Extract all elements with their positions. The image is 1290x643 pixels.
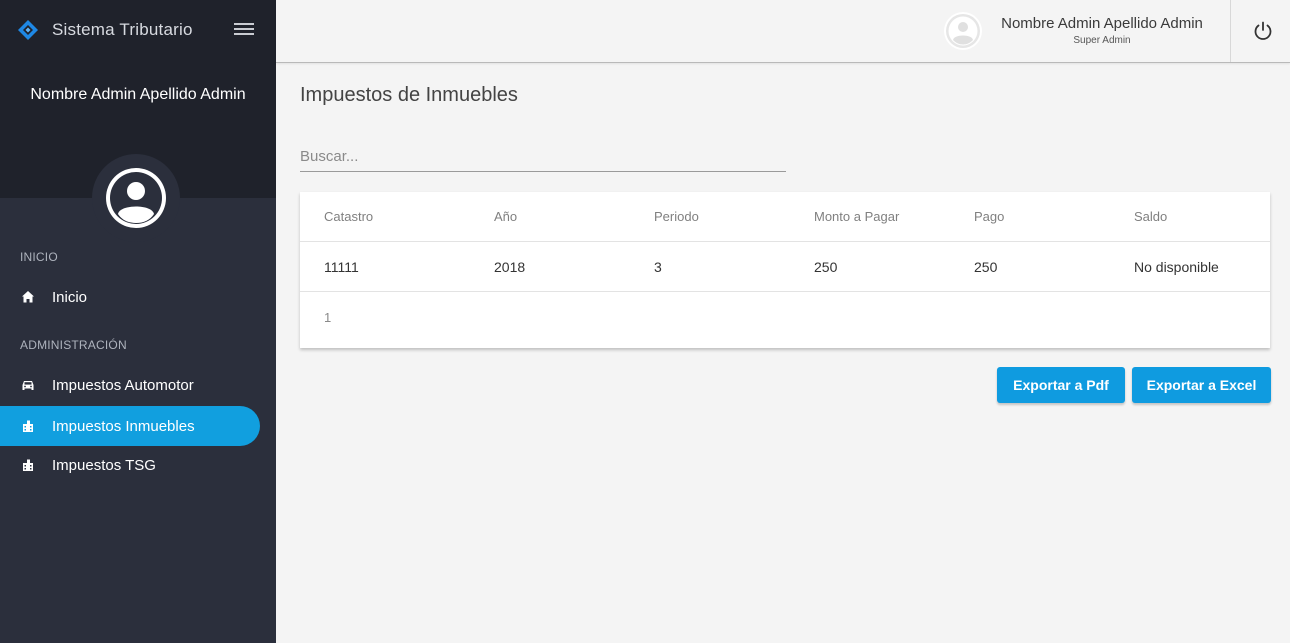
- header-user-role: Super Admin: [1073, 35, 1131, 46]
- cell-ano: 2018: [494, 258, 526, 275]
- sidebar-item-impuestos-tsg[interactable]: Impuestos TSG: [0, 445, 260, 485]
- sidebar: Sistema Tributario Nombre Admin Apellido…: [0, 0, 276, 643]
- menu-toggle-icon[interactable]: [232, 20, 256, 40]
- sidebar-avatar: [92, 154, 180, 242]
- cell-pago: 250: [974, 258, 998, 275]
- sidebar-item-label: Impuestos Automotor: [52, 376, 194, 394]
- search-input[interactable]: [300, 142, 786, 172]
- user-avatar-icon: [106, 168, 166, 228]
- brand-logo-icon: [16, 18, 40, 42]
- brand[interactable]: Sistema Tributario: [16, 16, 193, 44]
- cell-periodo: 3: [654, 258, 662, 275]
- header-divider: [1230, 0, 1231, 62]
- sidebar-item-label: Impuestos Inmuebles: [52, 417, 195, 435]
- home-icon: [20, 289, 36, 305]
- sidebar-username: Nombre Admin Apellido Admin: [30, 86, 246, 103]
- nav-section-administracion: ADMINISTRACIÓN: [20, 338, 127, 352]
- user-avatar-icon: [946, 14, 980, 48]
- table-row[interactable]: 11111 2018 3 250 250 No disponible: [300, 242, 1270, 292]
- page-title: Impuestos de Inmuebles: [300, 84, 518, 106]
- pagination-page[interactable]: 1: [324, 310, 331, 325]
- car-icon: [20, 377, 36, 393]
- column-header-pago[interactable]: Pago: [974, 192, 1004, 241]
- brand-name: Sistema Tributario: [52, 20, 193, 39]
- header-user-info[interactable]: Nombre Admin Apellido Admin Super Admin: [992, 15, 1212, 46]
- header-avatar[interactable]: [944, 12, 982, 50]
- export-pdf-button[interactable]: Exportar a Pdf: [997, 367, 1125, 403]
- header-user-name: Nombre Admin Apellido Admin: [1001, 15, 1203, 32]
- sidebar-item-impuestos-inmuebles[interactable]: Impuestos Inmuebles: [0, 406, 260, 446]
- column-header-ano[interactable]: Año: [494, 192, 517, 241]
- top-header: Nombre Admin Apellido Admin Super Admin: [276, 0, 1290, 63]
- column-header-monto[interactable]: Monto a Pagar: [814, 192, 899, 241]
- column-header-saldo[interactable]: Saldo: [1134, 192, 1167, 241]
- sidebar-item-inicio[interactable]: Inicio: [0, 277, 260, 317]
- column-header-catastro[interactable]: Catastro: [324, 192, 373, 241]
- sidebar-item-label: Inicio: [52, 288, 88, 306]
- building-icon: [20, 418, 36, 434]
- table-header-row: Catastro Año Periodo Monto a Pagar Pago …: [300, 192, 1270, 242]
- building-icon: [20, 457, 36, 473]
- cell-monto: 250: [814, 258, 838, 275]
- cell-catastro: 11111: [324, 258, 359, 275]
- column-header-periodo[interactable]: Periodo: [654, 192, 699, 241]
- sidebar-item-label: Impuestos TSG: [52, 456, 156, 474]
- export-excel-button[interactable]: Exportar a Excel: [1132, 367, 1271, 403]
- taxes-table: Catastro Año Periodo Monto a Pagar Pago …: [300, 192, 1270, 348]
- nav-section-inicio: INICIO: [20, 250, 58, 264]
- cell-saldo: No disponible: [1134, 258, 1219, 275]
- sidebar-item-impuestos-automotor[interactable]: Impuestos Automotor: [0, 365, 260, 405]
- power-icon[interactable]: [1250, 18, 1276, 44]
